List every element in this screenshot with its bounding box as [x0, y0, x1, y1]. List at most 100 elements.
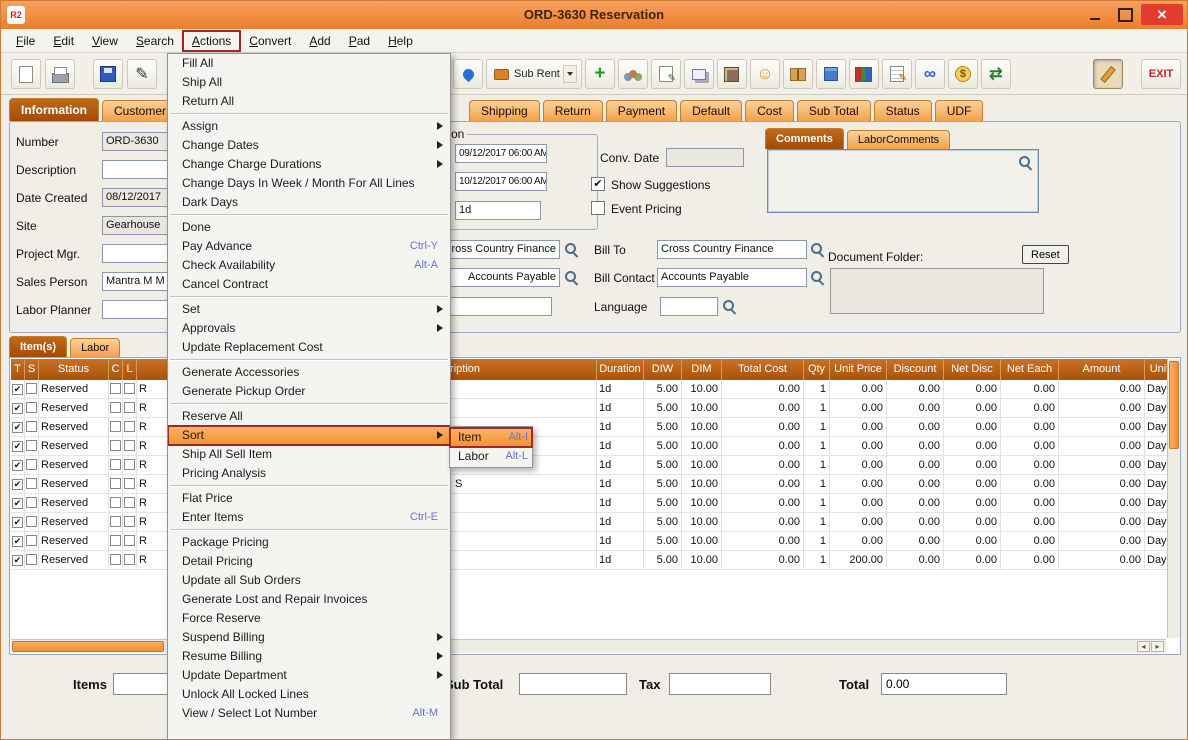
- row-checkbox[interactable]: [26, 516, 37, 527]
- row-checkbox[interactable]: [110, 402, 121, 413]
- horizontal-scrollbar-thumb[interactable]: [12, 641, 164, 652]
- column-header-l[interactable]: L: [123, 359, 137, 380]
- row-checkbox[interactable]: [110, 478, 121, 489]
- actions-menu-item-done[interactable]: Done: [168, 218, 450, 237]
- actions-menu-item-set[interactable]: Set: [168, 300, 450, 319]
- cube-button[interactable]: [816, 59, 846, 89]
- tab-sub-total[interactable]: Sub Total: [797, 100, 871, 121]
- row-checkbox[interactable]: [124, 383, 135, 394]
- actions-menu-item-flat-price[interactable]: Flat Price: [168, 489, 450, 508]
- row-checkbox[interactable]: [124, 478, 135, 489]
- transfer-button[interactable]: [981, 59, 1011, 89]
- menubar-item-search[interactable]: Search: [127, 31, 183, 51]
- duration-field[interactable]: 1d: [455, 201, 541, 220]
- menubar-item-actions[interactable]: Actions: [183, 31, 240, 51]
- column-header-t[interactable]: T: [11, 359, 25, 380]
- actions-menu-item-detail-pricing[interactable]: Detail Pricing: [168, 552, 450, 571]
- scroll-left-arrow-icon[interactable]: [1137, 641, 1150, 652]
- menubar-item-help[interactable]: Help: [379, 31, 422, 51]
- new-document-button[interactable]: [11, 59, 41, 89]
- actions-menu-item-update-department[interactable]: Update Department: [168, 666, 450, 685]
- menubar-item-convert[interactable]: Convert: [240, 31, 300, 51]
- deliver-contact-search-icon[interactable]: [564, 270, 578, 284]
- highlighter-button[interactable]: [1093, 59, 1123, 89]
- row-checkbox[interactable]: [124, 516, 135, 527]
- sort-submenu-item-item[interactable]: ItemAlt-I: [450, 428, 532, 447]
- tab-information[interactable]: Information: [9, 98, 99, 121]
- row-checkbox[interactable]: [12, 536, 23, 547]
- print-button[interactable]: [45, 59, 75, 89]
- total-field[interactable]: 0.00: [881, 673, 1007, 695]
- actions-menu-item-resume-billing[interactable]: Resume Billing: [168, 647, 450, 666]
- actions-menu-item-suspend-billing[interactable]: Suspend Billing: [168, 628, 450, 647]
- cards-stack-button[interactable]: [684, 59, 714, 89]
- add-item-button[interactable]: [585, 59, 615, 89]
- column-header-net-disc[interactable]: Net Disc: [944, 359, 1001, 380]
- menubar-item-pad[interactable]: Pad: [340, 31, 379, 51]
- row-checkbox[interactable]: [26, 478, 37, 489]
- actions-menu-item-pay-advance[interactable]: Pay AdvanceCtrl-Y: [168, 237, 450, 256]
- start-datetime-field[interactable]: 09/12/2017 06:00 AM: [455, 144, 547, 163]
- actions-menu-item-update-replacement-cost[interactable]: Update Replacement Cost: [168, 338, 450, 357]
- row-checkbox[interactable]: [26, 459, 37, 470]
- column-header-s[interactable]: S: [25, 359, 39, 380]
- exit-button[interactable]: EXIT: [1141, 59, 1181, 89]
- scroll-right-arrow-icon[interactable]: [1151, 641, 1164, 652]
- row-checkbox[interactable]: [124, 440, 135, 451]
- actions-menu-item-ship-all[interactable]: Ship All: [168, 73, 450, 92]
- menubar-item-view[interactable]: View: [83, 31, 127, 51]
- row-checkbox[interactable]: [26, 421, 37, 432]
- menubar-item-file[interactable]: File: [7, 31, 44, 51]
- close-button[interactable]: [1141, 4, 1183, 25]
- edit-pencil-button[interactable]: [127, 59, 157, 89]
- row-checkbox[interactable]: [110, 421, 121, 432]
- column-header-net-each[interactable]: Net Each: [1001, 359, 1059, 380]
- column-header-c[interactable]: C: [109, 359, 123, 380]
- menubar-item-add[interactable]: Add: [300, 31, 339, 51]
- tab-item-s[interactable]: Item(s): [9, 336, 67, 357]
- actions-menu-item-generate-pickup-order[interactable]: Generate Pickup Order: [168, 382, 450, 401]
- language-field[interactable]: [660, 297, 718, 316]
- actions-menu-item-change-days-in-week-month-for-all-lines[interactable]: Change Days In Week / Month For All Line…: [168, 174, 450, 193]
- bill-contact-search-icon[interactable]: [810, 270, 824, 284]
- actions-menu-item-fill-all[interactable]: Fill All: [168, 54, 450, 73]
- tab-shipping[interactable]: Shipping: [469, 100, 540, 121]
- actions-menu-item-cancel-contract[interactable]: Cancel Contract: [168, 275, 450, 294]
- money-button[interactable]: [948, 59, 978, 89]
- actions-menu-item-return-all[interactable]: Return All: [168, 92, 450, 111]
- package-button[interactable]: [783, 59, 813, 89]
- paint-drop-button[interactable]: [453, 59, 483, 89]
- actions-menu-item-generate-accessories[interactable]: Generate Accessories: [168, 363, 450, 382]
- maximize-button[interactable]: [1111, 4, 1139, 25]
- column-header-dim[interactable]: DIM: [682, 359, 722, 380]
- row-checkbox[interactable]: [110, 383, 121, 394]
- actions-menu-item-generate-lost-and-repair-invoices[interactable]: Generate Lost and Repair Invoices: [168, 590, 450, 609]
- link-button[interactable]: [915, 59, 945, 89]
- language-search-icon[interactable]: [722, 299, 736, 313]
- minimize-button[interactable]: [1081, 4, 1109, 25]
- reset-button[interactable]: Reset: [1022, 245, 1069, 264]
- tab-payment[interactable]: Payment: [606, 100, 677, 121]
- actions-menu-item-update-all-sub-orders[interactable]: Update all Sub Orders: [168, 571, 450, 590]
- column-header-amount[interactable]: Amount: [1059, 359, 1145, 380]
- smiley-button[interactable]: [750, 59, 780, 89]
- tab-udf[interactable]: UDF: [935, 100, 984, 121]
- row-checkbox[interactable]: [110, 516, 121, 527]
- tab-labor[interactable]: Labor: [70, 338, 120, 357]
- actions-menu-item-check-availability[interactable]: Check AvailabilityAlt-A: [168, 256, 450, 275]
- row-checkbox[interactable]: [110, 535, 121, 546]
- sub-rent-button[interactable]: Sub Rent: [486, 59, 582, 89]
- actions-menu-item-approvals[interactable]: Approvals: [168, 319, 450, 338]
- conv-date-field[interactable]: [666, 148, 744, 167]
- actions-menu-item-view-select-lot-number[interactable]: View / Select Lot NumberAlt-M: [168, 704, 450, 723]
- column-header-duration[interactable]: Duration: [597, 359, 644, 380]
- actions-menu-item-ship-all-sell-item[interactable]: Ship All Sell Item: [168, 445, 450, 464]
- column-header-diw[interactable]: DIW: [644, 359, 682, 380]
- row-checkbox[interactable]: [26, 554, 37, 565]
- row-checkbox[interactable]: [110, 497, 121, 508]
- actions-menu-item-enter-items[interactable]: Enter ItemsCtrl-E: [168, 508, 450, 527]
- tab-cost[interactable]: Cost: [745, 100, 794, 121]
- row-checkbox[interactable]: [110, 459, 121, 470]
- row-checkbox[interactable]: [26, 383, 37, 394]
- actions-menu-item-dark-days[interactable]: Dark Days: [168, 193, 450, 212]
